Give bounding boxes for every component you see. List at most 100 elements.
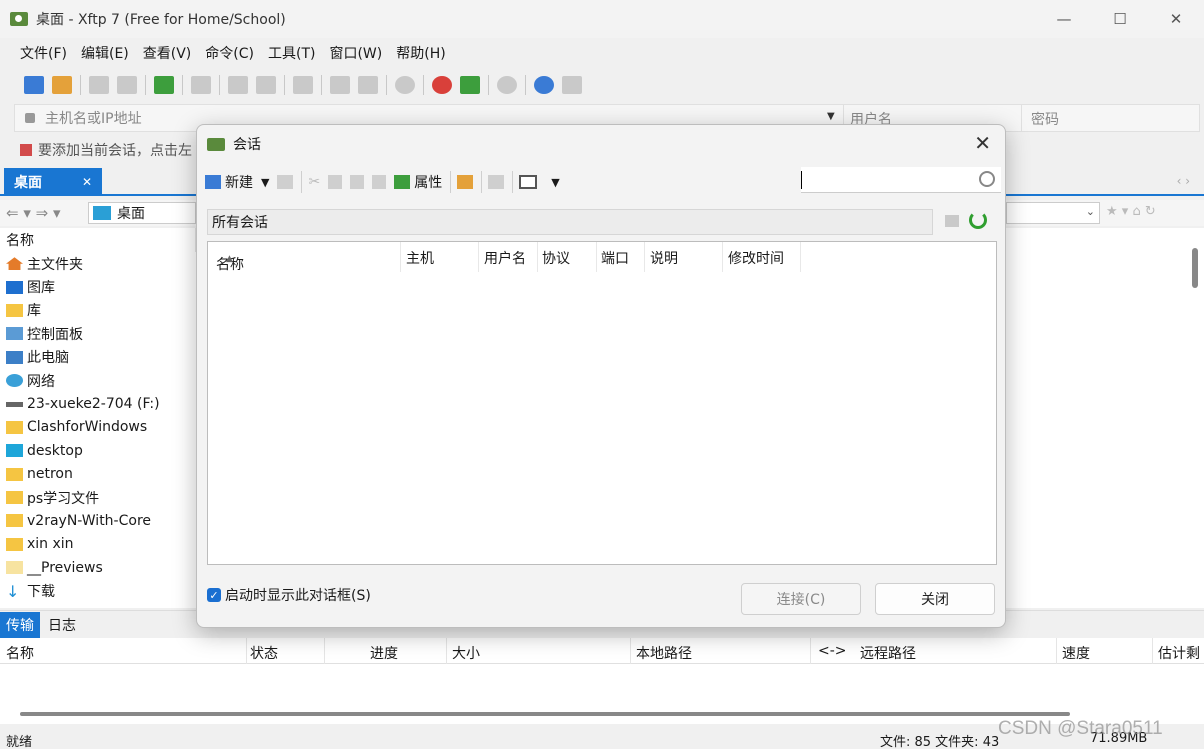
list-item[interactable]: ClashforWindows <box>0 416 196 439</box>
remote-path-dropdown-icon[interactable]: ⌄ <box>1086 205 1095 218</box>
tab-desktop[interactable]: 桌面 ✕ <box>4 168 102 196</box>
col-protocol[interactable]: 协议 <box>542 248 570 268</box>
connect-icon[interactable] <box>89 76 109 94</box>
col-description[interactable]: 说明 <box>650 248 678 268</box>
list-item[interactable]: desktop <box>0 439 196 462</box>
session-search-input[interactable] <box>801 167 1001 193</box>
transfer-col-speed[interactable]: 速度 <box>1062 643 1090 663</box>
remote-path-box[interactable]: ⌄ <box>1006 202 1100 224</box>
col-username[interactable]: 用户名 <box>484 248 526 268</box>
export-icon[interactable] <box>488 175 505 189</box>
download-icon[interactable] <box>256 76 276 94</box>
close-dialog-button[interactable]: 关闭 <box>875 583 995 615</box>
tab-close-icon[interactable]: ✕ <box>82 175 92 189</box>
refresh-icon[interactable] <box>969 211 987 229</box>
column-header-name[interactable]: 名称 <box>0 228 196 252</box>
list-item[interactable]: xin xin <box>0 533 196 556</box>
transfer-col-progress[interactable]: 进度 <box>370 643 398 663</box>
tab-transfer[interactable]: 传输 <box>0 611 40 638</box>
menu-tools[interactable]: 工具(T) <box>268 43 315 63</box>
minimize-button[interactable]: — <box>1036 0 1092 38</box>
chevron-down-icon[interactable]: ▼ <box>261 176 269 189</box>
favorites-icon[interactable]: ★ ▾ ⌂ ↻ <box>1106 204 1156 219</box>
list-item[interactable]: netron <box>0 463 196 486</box>
transfer-list <box>0 664 1204 724</box>
transfer-col-name[interactable]: 名称 <box>6 643 34 663</box>
upload-icon[interactable] <box>228 76 248 94</box>
chevron-down-icon[interactable]: ▼ <box>551 176 559 189</box>
host-input[interactable]: 主机名或IP地址 <box>45 108 142 128</box>
tab-log[interactable]: 日志 <box>40 612 84 638</box>
transfer-col-local-path[interactable]: 本地路径 <box>636 643 692 663</box>
tab-scroll-arrows-icon[interactable]: ‹ › <box>1177 174 1190 188</box>
sync-icon[interactable] <box>293 76 313 94</box>
help-icon[interactable] <box>534 76 554 94</box>
delete-icon[interactable] <box>372 175 387 189</box>
globe-icon[interactable] <box>395 76 415 94</box>
copy-icon[interactable] <box>328 175 343 189</box>
column-divider <box>1152 638 1153 664</box>
list-item[interactable]: v2rayN-With-Core <box>0 509 196 532</box>
desktop-folder-icon <box>93 206 111 220</box>
import-icon[interactable] <box>277 175 294 189</box>
search-icon[interactable] <box>979 171 995 187</box>
menu-edit[interactable]: 编辑(E) <box>81 43 129 63</box>
disconnect-icon[interactable] <box>117 76 137 94</box>
transfer-col-direction[interactable]: <-> <box>818 643 847 659</box>
new-session-icon[interactable] <box>24 76 44 94</box>
connect-button[interactable]: 连接(C) <box>741 583 861 615</box>
transfer-col-size[interactable]: 大小 <box>452 643 480 663</box>
list-item[interactable]: __Previews <box>0 556 196 579</box>
transfer-col-remote-path[interactable]: 远程路径 <box>860 643 916 663</box>
open-folder-icon[interactable] <box>52 76 72 94</box>
vertical-scrollbar[interactable] <box>1192 248 1198 288</box>
xftp-icon[interactable] <box>460 76 480 94</box>
show-on-startup-checkbox[interactable]: ✓ 启动时显示此对话框(S) <box>207 585 371 605</box>
menu-window[interactable]: 窗口(W) <box>329 43 382 63</box>
password-input[interactable]: 密码 <box>1031 109 1059 129</box>
list-item[interactable]: 此电脑 <box>0 346 196 369</box>
dialog-close-button[interactable]: ✕ <box>974 131 991 155</box>
horizontal-scrollbar[interactable] <box>20 712 1070 716</box>
new-session-button[interactable]: 新建 ▼ <box>205 172 269 192</box>
session-properties-icon[interactable] <box>154 76 174 94</box>
menu-command[interactable]: 命令(C) <box>205 43 254 63</box>
local-path-text: 桌面 <box>117 206 145 222</box>
list-item[interactable]: 控制面板 <box>0 322 196 345</box>
xshell-icon[interactable] <box>432 76 452 94</box>
copy-icon[interactable] <box>330 76 350 94</box>
close-window-button[interactable]: ✕ <box>1148 0 1204 38</box>
paste-icon[interactable] <box>358 76 378 94</box>
list-item[interactable]: 主文件夹 <box>0 252 196 275</box>
col-host[interactable]: 主机 <box>406 248 434 268</box>
menu-view[interactable]: 查看(V) <box>143 43 192 63</box>
back-forward-arrows-icon[interactable]: ⇐ ▾ ⇒ ▾ <box>6 204 61 222</box>
gear-icon[interactable] <box>497 76 517 94</box>
view-mode-button[interactable]: ▼ <box>519 175 560 189</box>
list-item[interactable]: 23-xueke2-704 (F:) <box>0 392 196 415</box>
maximize-button[interactable]: ☐ <box>1092 0 1148 38</box>
transfer-col-status[interactable]: 状态 <box>250 643 278 663</box>
new-folder-icon[interactable] <box>457 175 474 189</box>
list-item[interactable]: 图库 <box>0 275 196 298</box>
terminal-icon[interactable] <box>191 76 211 94</box>
host-dropdown-icon[interactable]: ▼ <box>827 111 835 122</box>
folder-up-icon[interactable] <box>945 215 959 227</box>
list-item[interactable]: 网络 <box>0 369 196 392</box>
transfer-col-eta[interactable]: 估计剩 <box>1158 643 1200 663</box>
properties-button[interactable]: 属性 <box>394 172 442 192</box>
list-item[interactable]: 库 <box>0 299 196 322</box>
col-modified-time[interactable]: 修改时间 <box>728 248 784 268</box>
local-path-box[interactable]: 桌面 <box>88 202 196 224</box>
list-item[interactable]: ps学习文件 <box>0 486 196 509</box>
session-hint-text: 要添加当前会话，点击左 <box>38 143 192 159</box>
toolbar-separator <box>219 75 220 95</box>
chat-icon[interactable] <box>562 76 582 94</box>
list-item[interactable]: ↓ 下载 <box>0 579 196 602</box>
cut-icon[interactable]: ✂ <box>308 174 320 190</box>
menu-file[interactable]: 文件(F) <box>20 43 67 63</box>
toolbar-separator <box>145 75 146 95</box>
menu-help[interactable]: 帮助(H) <box>396 43 445 63</box>
col-port[interactable]: 端口 <box>601 248 629 268</box>
paste-icon[interactable] <box>350 175 365 189</box>
